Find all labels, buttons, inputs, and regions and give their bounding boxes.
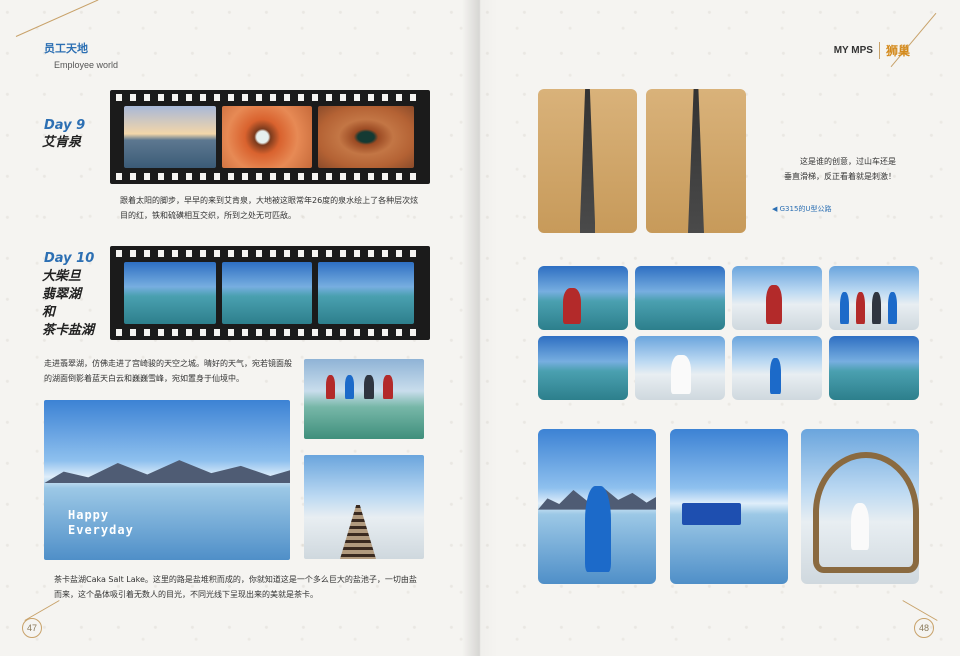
photo-group-jump — [304, 359, 424, 439]
page-number-left: 47 — [22, 618, 42, 638]
happy-everyday-overlay: Happy Everyday — [68, 508, 134, 537]
day10-paragraph: 走进翡翠湖，仿佛走进了宫崎骏的天空之城。晴好的天气，宛若镜面般的湖面倒影着蓝天白… — [44, 359, 292, 383]
photo-grid-8 — [829, 336, 919, 400]
photo-heart-seat — [801, 429, 919, 584]
day9-paragraph: 跟着太阳的脚步，早早的来到艾肯泉，大地被这眼常年26度的泉水绘上了各种层次炫目的… — [120, 196, 419, 220]
photo-u-road-2 — [646, 89, 746, 233]
section-header: 员工天地 Employee world — [44, 40, 118, 70]
place-chaka: 茶卡盐湖 — [42, 323, 95, 338]
page-number-right: 48 — [914, 618, 934, 638]
salt-lake-paragraph: 茶卡盐湖Caka Salt Lake。这里的路是盐堆积而成的，你就知道这是一个多… — [54, 575, 417, 599]
photo-u-road-1 — [538, 89, 637, 233]
brand-section: 狮巢 — [878, 42, 910, 59]
photo-grid-6 — [635, 336, 725, 400]
place-feicuihu: 翡翠湖 — [42, 287, 82, 302]
photo-lake-2 — [222, 262, 312, 324]
filmstrip-day10 — [110, 246, 430, 340]
section-title-en: Employee world — [54, 60, 119, 70]
photo-grid-7 — [732, 336, 822, 400]
photo-ikenquan-spring — [222, 106, 312, 168]
place-dachaidan: 大柴旦 — [42, 269, 82, 284]
photo-man-blue-jacket — [538, 429, 656, 584]
photo-salt-lake-mountains: Happy Everyday — [44, 400, 290, 560]
photo-grid-4 — [829, 266, 919, 330]
header-decor-line — [15, 0, 99, 37]
book-spine-shadow — [462, 0, 498, 656]
photo-grid-5 — [538, 336, 628, 400]
day10-places: 大柴旦 翡翠湖 和 茶卡盐湖 — [42, 268, 94, 340]
photo-ikenquan-aerial — [318, 106, 414, 168]
photo-salt-rail — [304, 455, 424, 559]
filmstrip-day9 — [110, 90, 430, 184]
brand-name: MY MPS — [833, 45, 873, 56]
u-road-caption: 这是谁的创意，过山车还是 垂直滑梯，反正看着就是刺激！ — [784, 157, 896, 181]
day9-place: 艾肯泉 — [42, 135, 82, 150]
day9-label: Day 9 — [44, 118, 86, 133]
day10-label: Day 10 — [44, 251, 95, 266]
magazine-spread: 员工天地 Employee world Day 9 艾肯泉 跟着太阳的脚步，早早… — [0, 0, 960, 656]
brand-header: MY MPS 狮巢 — [834, 42, 910, 59]
photo-grid-1 — [538, 266, 628, 330]
photo-grid-3 — [732, 266, 822, 330]
photo-grid-2 — [635, 266, 725, 330]
photo-lake-1 — [124, 262, 216, 324]
place-and: 和 — [42, 305, 56, 320]
section-title-cn: 员工天地 — [44, 42, 88, 55]
left-page: 员工天地 Employee world Day 9 艾肯泉 跟着太阳的脚步，早早… — [0, 0, 480, 656]
u-road-tag: ◀ G315的U型公路 — [772, 205, 832, 213]
photo-lake-3 — [318, 262, 414, 324]
right-page: MY MPS 狮巢 这是谁的创意，过山车还是 垂直滑梯，反正看着就是刺激！ ◀ … — [480, 0, 960, 656]
photo-ikenquan-sunrise — [124, 106, 216, 168]
photo-salt-train — [670, 429, 788, 584]
